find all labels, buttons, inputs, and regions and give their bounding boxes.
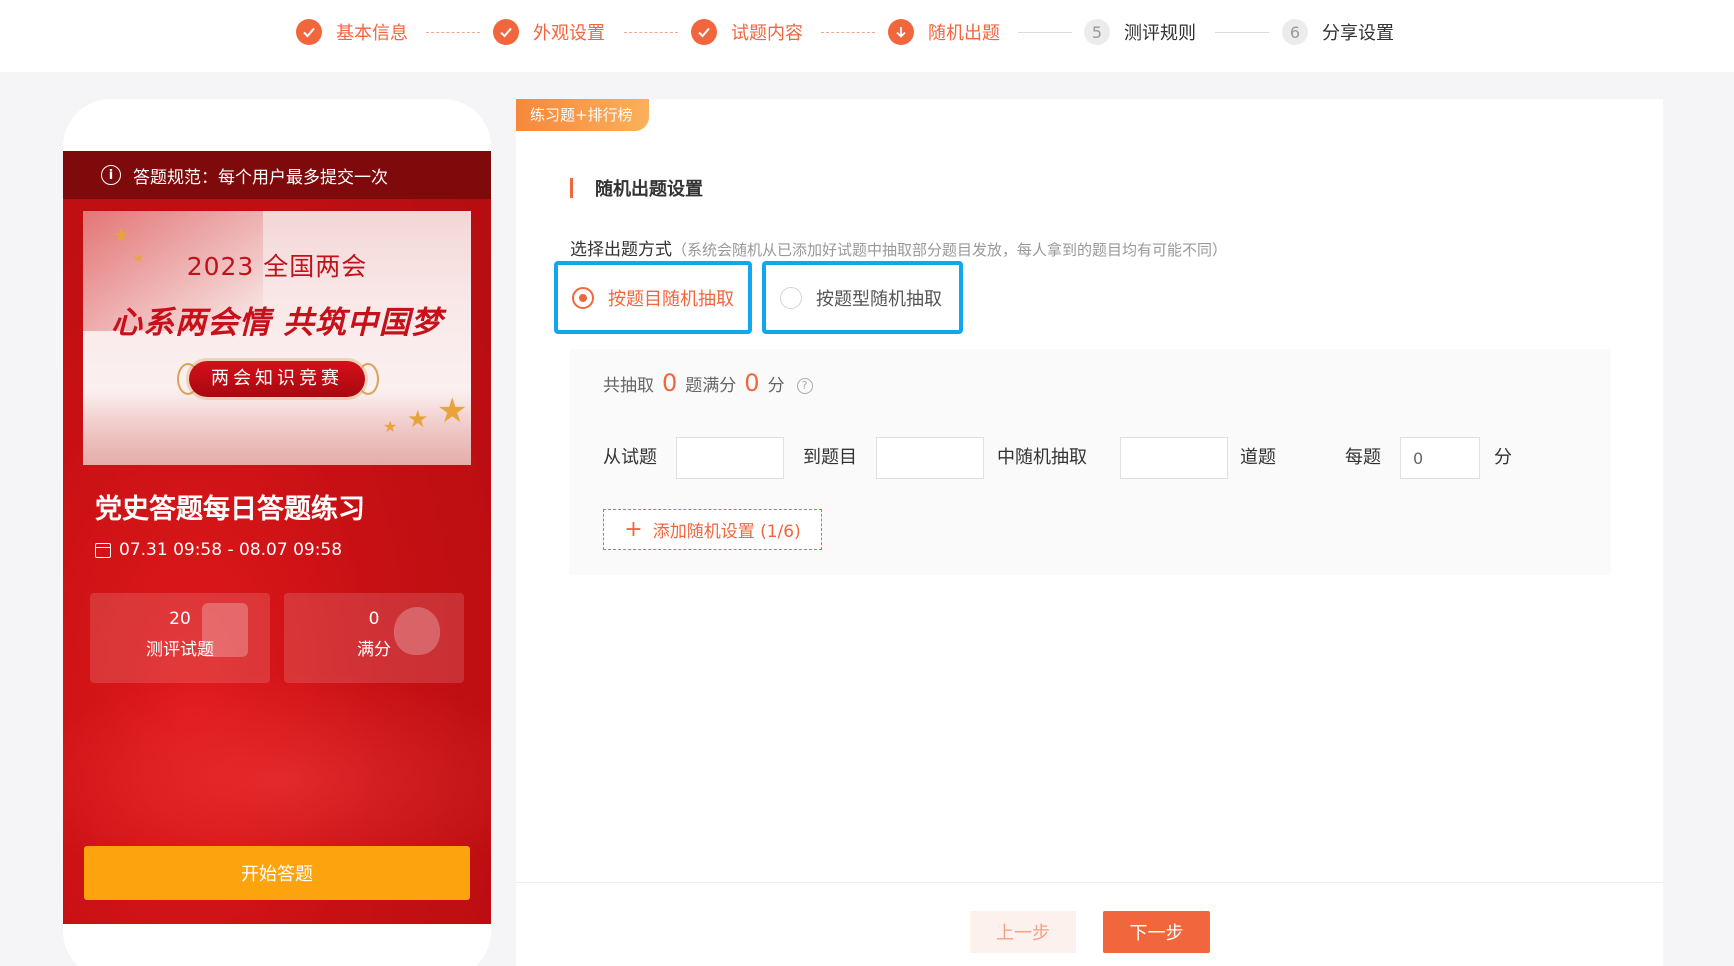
plus-icon: + xyxy=(624,516,643,542)
step-connector xyxy=(426,32,480,33)
random-config-area: 共抽取 0 题满分 0 分 ? 从试题 到题目 中随机抽取 道题 每题 分 + … xyxy=(570,349,1611,575)
step-label: 试题内容 xyxy=(731,23,803,44)
step-number: 5 xyxy=(1084,19,1110,45)
radio-checked-icon[interactable] xyxy=(572,286,594,309)
add-random-setting-button[interactable]: + 添加随机设置 (1/6) xyxy=(603,509,822,550)
arrow-down-icon xyxy=(888,19,914,45)
step-basic-info[interactable]: 基本信息 xyxy=(296,18,408,46)
banner-year-text: 2023 全国两会 xyxy=(186,252,368,281)
star-icon: ★ xyxy=(437,391,468,431)
step-connector xyxy=(821,32,875,33)
start-quiz-button[interactable]: 开始答题 xyxy=(84,846,470,900)
from-label: 从试题 xyxy=(603,447,657,468)
summary-score: 0 xyxy=(744,369,760,397)
step-label: 随机出题 xyxy=(928,23,1000,44)
stat-full-score: 0 满分 xyxy=(284,593,464,683)
method-hint: （系统会随机从已添加好试题中抽取部分题目发放，每人拿到的题目均有可能不同） xyxy=(672,241,1228,259)
step-label: 测评规则 xyxy=(1124,23,1196,44)
stat-value: 0 xyxy=(368,609,380,629)
section-title-text: 随机出题设置 xyxy=(595,179,703,200)
radio-unchecked-icon[interactable] xyxy=(780,286,802,309)
radio-random-by-type[interactable]: 按题型随机抽取 xyxy=(762,261,963,334)
step-label: 外观设置 xyxy=(533,23,605,44)
progress-stepper: 基本信息 外观设置 试题内容 随机出题 5 测评规则 6 分享设置 xyxy=(0,0,1734,72)
quiz-date: 07.31 09:58 - 08.07 09:58 xyxy=(95,540,342,560)
summary-suffix: 分 xyxy=(767,376,785,396)
check-icon xyxy=(493,19,519,45)
quiz-type-tag: 练习题+排行榜 xyxy=(516,99,649,131)
step-connector xyxy=(624,32,678,33)
section-title: 随机出题设置 xyxy=(570,177,703,200)
rule-bar: i 答题规范：每个用户最多提交一次 xyxy=(63,151,491,199)
step-label: 基本信息 xyxy=(336,23,408,44)
stat-question-count: 20 测评试题 xyxy=(90,593,270,683)
star-icon: ★ xyxy=(407,405,429,433)
step-connector xyxy=(1018,32,1072,33)
radio-random-by-question[interactable]: 按题目随机抽取 xyxy=(554,261,752,334)
banner-slogan: 心系两会情 共筑中国梦 xyxy=(111,305,443,341)
question-circle-icon[interactable]: ? xyxy=(796,377,813,394)
to-label: 到题目 xyxy=(803,447,857,468)
per-unit-label: 分 xyxy=(1494,447,1512,468)
method-label-text: 选择出题方式 xyxy=(570,240,672,260)
radio-label: 按题型随机抽取 xyxy=(816,288,942,310)
info-icon: i xyxy=(101,165,121,185)
radio-label: 按题目随机抽取 xyxy=(608,288,734,310)
step-random-questions[interactable]: 随机出题 xyxy=(888,18,1000,46)
star-icon: ★ xyxy=(383,417,398,436)
quiz-title: 党史答题每日答题练习 xyxy=(95,494,365,525)
step-label: 分享设置 xyxy=(1322,23,1394,44)
pick-count-input[interactable] xyxy=(1120,437,1228,479)
phone-preview: i 答题规范：每个用户最多提交一次 ★ ★ ★ ★ ★ 2023 全国两会 心系… xyxy=(63,99,491,966)
per-label: 每题 xyxy=(1345,447,1381,468)
stat-caption: 测评试题 xyxy=(146,640,214,660)
summary-prefix: 共抽取 xyxy=(603,376,654,396)
step-evaluation-rules[interactable]: 5 测评规则 xyxy=(1084,18,1196,46)
summary-middle: 题满分 xyxy=(685,376,737,396)
step-number: 6 xyxy=(1282,19,1308,45)
per-score-input[interactable] xyxy=(1400,437,1480,479)
check-icon xyxy=(296,19,322,45)
method-label: 选择出题方式（系统会随机从已添加好试题中抽取部分题目发放，每人拿到的题目均有可能… xyxy=(570,235,1227,260)
next-step-button[interactable]: 下一步 xyxy=(1103,911,1210,953)
pick-label: 中随机抽取 xyxy=(997,447,1087,468)
step-question-content[interactable]: 试题内容 xyxy=(691,18,803,46)
step-appearance[interactable]: 外观设置 xyxy=(493,18,605,46)
rule-text: 答题规范：每个用户最多提交一次 xyxy=(133,167,388,188)
unit-label: 道题 xyxy=(1240,447,1276,468)
random-range-row: 从试题 到题目 中随机抽取 道题 每题 分 xyxy=(603,437,1603,479)
phone-screen: i 答题规范：每个用户最多提交一次 ★ ★ ★ ★ ★ 2023 全国两会 心系… xyxy=(63,151,491,924)
check-icon xyxy=(691,19,717,45)
footer-divider xyxy=(516,882,1663,883)
settings-panel: 练习题+排行榜 随机出题设置 选择出题方式（系统会随机从已添加好试题中抽取部分题… xyxy=(516,99,1663,966)
banner-pill: 两会知识竞赛 xyxy=(189,361,365,397)
stat-value: 20 xyxy=(169,609,191,629)
to-question-input[interactable] xyxy=(876,437,984,479)
summary-question-count: 0 xyxy=(662,369,678,397)
quiz-banner: ★ ★ ★ ★ ★ 2023 全国两会 心系两会情 共筑中国梦 两会知识竞赛 xyxy=(83,211,471,465)
date-range-text: 07.31 09:58 - 08.07 09:58 xyxy=(119,540,343,560)
star-icon: ★ xyxy=(113,225,130,246)
stat-caption: 满分 xyxy=(357,640,391,660)
draw-summary: 共抽取 0 题满分 0 分 ? xyxy=(603,369,813,397)
step-connector xyxy=(1215,32,1269,33)
step-share-settings[interactable]: 6 分享设置 xyxy=(1282,18,1394,46)
from-question-input[interactable] xyxy=(676,437,784,479)
laurel-icon xyxy=(357,363,379,395)
add-button-label: 添加随机设置 (1/6) xyxy=(652,522,801,542)
section-accent-bar xyxy=(570,178,573,198)
previous-step-button[interactable]: 上一步 xyxy=(970,911,1076,953)
calendar-icon xyxy=(95,542,111,558)
